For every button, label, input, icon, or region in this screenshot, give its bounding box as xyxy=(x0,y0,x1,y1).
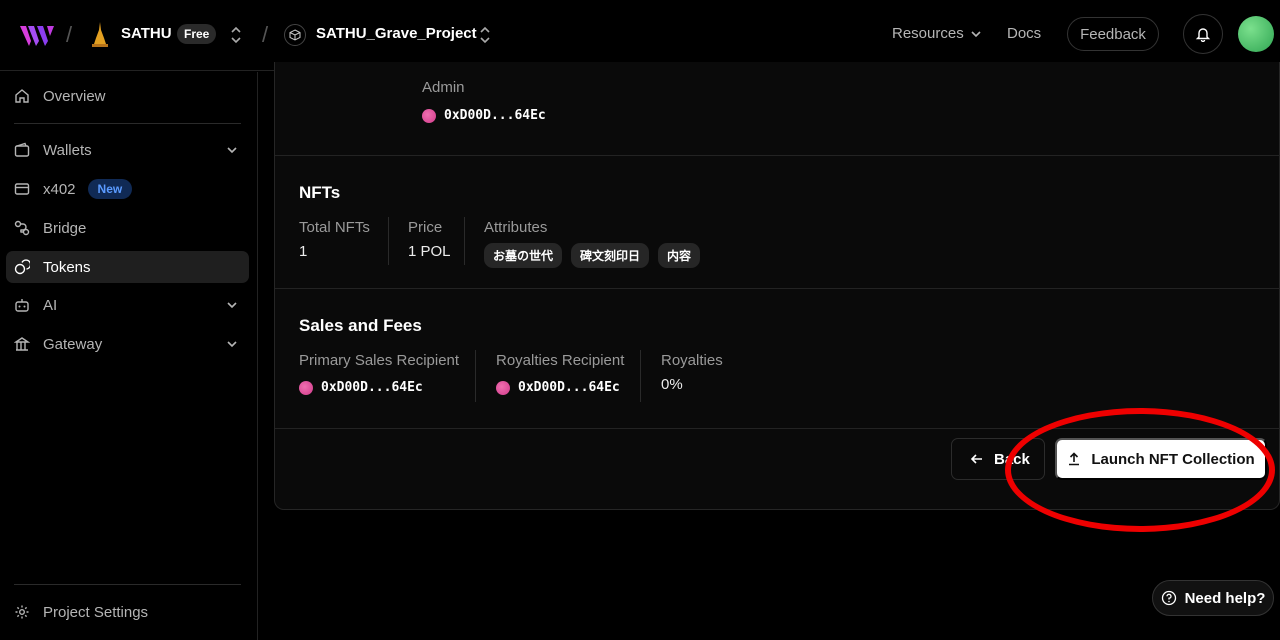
resources-menu[interactable]: Resources xyxy=(892,25,982,42)
breadcrumb-separator: / xyxy=(262,22,269,47)
admin-label: Admin xyxy=(422,79,465,96)
project-name[interactable]: SATHU_Grave_Project xyxy=(316,25,477,42)
project-cube-icon xyxy=(284,24,306,46)
thirdweb-logo[interactable] xyxy=(20,24,54,46)
sidebar-item-x402[interactable]: x402 New xyxy=(6,173,249,205)
column-separator xyxy=(475,350,476,402)
help-circle-icon xyxy=(1161,590,1176,606)
sidebar-item-ai[interactable]: AI xyxy=(6,289,249,321)
sidebar-item-gateway[interactable]: Gateway xyxy=(6,328,249,360)
notifications-button[interactable] xyxy=(1183,14,1223,54)
sidebar-item-label: Tokens xyxy=(43,258,91,276)
breadcrumb-separator: / xyxy=(66,22,73,47)
sales-section-title: Sales and Fees xyxy=(299,316,422,335)
sidebar-item-bridge[interactable]: Bridge xyxy=(6,212,249,244)
team-switcher-icon[interactable] xyxy=(229,25,243,45)
attributes-label: Attributes xyxy=(484,219,548,236)
need-help-label: Need help? xyxy=(1184,589,1266,607)
address-text: 0xD00D...64Ec xyxy=(518,380,620,395)
arrow-left-icon xyxy=(970,454,982,464)
gateway-icon xyxy=(13,335,31,353)
user-avatar[interactable] xyxy=(1238,16,1274,52)
sidebar-item-label: Bridge xyxy=(43,219,87,237)
total-nfts-value: 1 xyxy=(299,243,308,260)
gear-icon xyxy=(13,603,31,621)
sidebar-item-label: Wallets xyxy=(43,141,92,159)
project-switcher-icon[interactable] xyxy=(478,25,492,45)
wallet-icon xyxy=(13,141,31,159)
chevron-down-icon xyxy=(227,302,237,309)
bell-icon xyxy=(1195,28,1211,42)
primary-sales-label: Primary Sales Recipient xyxy=(299,352,460,369)
top-bar: / SATHU Free / SATHU_Grave_Project Resou… xyxy=(0,0,1280,71)
total-nfts-label: Total NFTs xyxy=(299,219,370,236)
admin-address[interactable]: 0xD00D...64Ec xyxy=(422,108,546,123)
attribute-chip: 碑文刻印日 xyxy=(571,243,650,268)
sidebar-item-wallets[interactable]: Wallets xyxy=(6,134,249,166)
sidebar-item-label: x402 xyxy=(43,180,76,198)
address-text: 0xD00D...64Ec xyxy=(321,380,423,395)
address-avatar xyxy=(496,380,510,395)
address-avatar xyxy=(422,108,436,123)
team-pagoda-icon xyxy=(92,22,108,47)
team-name[interactable]: SATHU xyxy=(121,25,172,42)
sidebar-item-label: Overview xyxy=(43,87,106,105)
section-divider xyxy=(275,155,1280,156)
red-highlight-annotation xyxy=(1005,408,1275,532)
column-separator xyxy=(388,217,389,265)
section-divider xyxy=(275,288,1280,289)
home-icon xyxy=(13,87,31,105)
column-separator xyxy=(640,350,641,402)
new-badge: New xyxy=(87,179,133,199)
sidebar-item-label: Project Settings xyxy=(43,603,149,621)
sidebar-item-overview[interactable]: Overview xyxy=(6,80,249,112)
chevron-down-icon xyxy=(227,147,237,154)
sidebar-divider xyxy=(14,123,241,124)
attribute-chip: 内容 xyxy=(658,243,701,268)
sidebar-item-label: Gateway xyxy=(43,335,103,353)
plan-badge: Free xyxy=(177,24,217,44)
sidebar-item-tokens[interactable]: Tokens xyxy=(6,251,249,283)
sidebar: Overview Wallets x402 New Bridge Tokens … xyxy=(0,72,258,640)
column-separator xyxy=(464,217,465,265)
primary-sales-address[interactable]: 0xD00D...64Ec xyxy=(299,380,423,395)
royalties-recipient-address[interactable]: 0xD00D...64Ec xyxy=(496,380,620,395)
need-help-button[interactable]: Need help? xyxy=(1152,580,1274,616)
chevron-down-icon xyxy=(227,341,237,348)
nfts-section-title: NFTs xyxy=(299,183,341,202)
feedback-button[interactable]: Feedback xyxy=(1067,17,1159,51)
address-text: 0xD00D...64Ec xyxy=(444,108,546,123)
sidebar-divider xyxy=(14,584,241,585)
price-value: 1 POL xyxy=(408,243,451,260)
bridge-icon xyxy=(13,219,31,237)
attribute-chip: お墓の世代 xyxy=(484,243,563,268)
resources-label: Resources xyxy=(892,25,964,42)
robot-icon xyxy=(13,296,31,314)
royalties-label: Royalties xyxy=(661,352,723,369)
royalties-recipient-label: Royalties Recipient xyxy=(496,352,625,369)
token-icon xyxy=(13,258,31,276)
sidebar-item-project-settings[interactable]: Project Settings xyxy=(6,596,249,628)
main-content: Admin 0xD00D...64Ec NFTs Total NFTs 1 Pr… xyxy=(258,62,1280,640)
address-avatar xyxy=(299,380,313,395)
chevron-down-icon xyxy=(971,30,981,37)
royalties-value: 0% xyxy=(661,376,683,393)
price-label: Price xyxy=(408,219,443,236)
card-icon xyxy=(13,180,31,198)
sidebar-item-label: AI xyxy=(43,296,58,314)
docs-link[interactable]: Docs xyxy=(1007,25,1041,42)
